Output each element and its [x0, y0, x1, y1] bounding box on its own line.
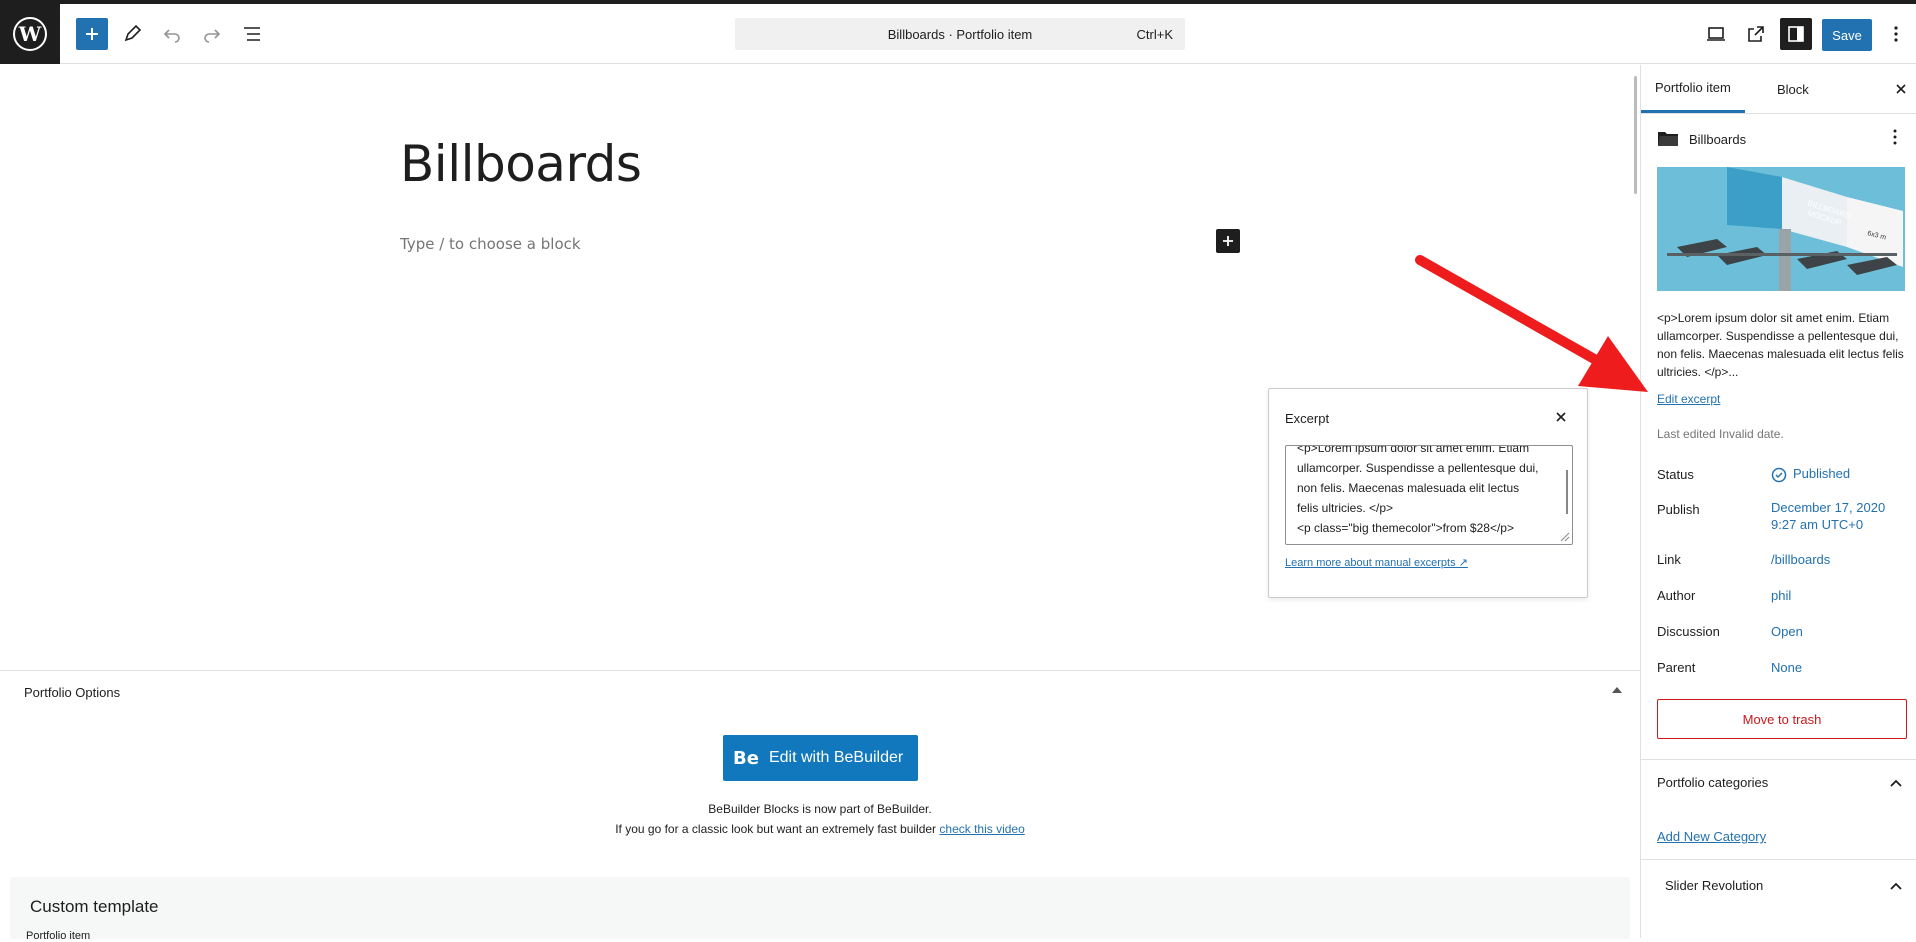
excerpt-line: felis ultricies. </p>: [1297, 501, 1394, 515]
portfolio-options-metabox: Portfolio Options Be Edit with BeBuilder…: [0, 670, 1640, 939]
publish-label: Publish: [1657, 502, 1700, 517]
status-text: Published: [1793, 466, 1851, 481]
tab-portfolio-item[interactable]: Portfolio item: [1641, 65, 1745, 113]
status-label: Status: [1657, 467, 1694, 482]
move-to-trash-button[interactable]: Move to trash: [1657, 699, 1907, 739]
svg-text:W: W: [18, 22, 42, 46]
resize-handle-icon[interactable]: [1558, 530, 1570, 542]
discussion-value[interactable]: Open: [1771, 623, 1803, 640]
edit-with-bebuilder-button[interactable]: Be Edit with BeBuilder: [723, 735, 918, 781]
excerpt-line: <p class="big themecolor">from $28</p>: [1297, 521, 1514, 535]
post-actions-menu-icon[interactable]: [1885, 127, 1905, 147]
tab-block[interactable]: Block: [1767, 65, 1819, 113]
folder-icon: [1658, 132, 1678, 146]
bebuilder-note-2: If you go for a classic look but want an…: [0, 822, 1640, 836]
custom-template-title: Custom template: [30, 897, 159, 916]
featured-image[interactable]: BILLBOARD MOCKUP 6x3 m: [1657, 167, 1905, 291]
discussion-label: Discussion: [1657, 624, 1720, 639]
portfolio-categories-title[interactable]: Portfolio categories: [1657, 775, 1768, 790]
editor-scrollbar[interactable]: [1634, 76, 1637, 194]
excerpt-line: <p>Lorem ipsum dolor sit amet enim. Etia…: [1297, 445, 1530, 455]
learn-more-excerpts-link[interactable]: Learn more about manual excerpts ↗: [1285, 556, 1468, 569]
chevron-up-icon[interactable]: [1889, 881, 1903, 891]
shortcut-hint: Ctrl+K: [1136, 27, 1173, 42]
post-card-title: Billboards: [1689, 132, 1747, 147]
link-value[interactable]: /billboards: [1771, 551, 1830, 568]
editor-toolbar: W Billboards · Portfolio item Ctrl+K Sav…: [0, 4, 1916, 64]
textarea-scrollbar[interactable]: [1566, 470, 1568, 514]
excerpt-popover-title: Excerpt: [1285, 411, 1330, 426]
divider: [1641, 759, 1916, 760]
truncated-label: Portfolio item: [26, 930, 91, 942]
edit-excerpt-link[interactable]: Edit excerpt: [1657, 392, 1720, 406]
chevron-up-icon[interactable]: [1889, 778, 1903, 788]
document-overview-icon[interactable]: [236, 18, 268, 50]
excerpt-line: non felis. Maecenas malesuada elit lectu…: [1297, 481, 1520, 495]
note-text: If you go for a classic look but want an…: [615, 822, 937, 836]
divider: [1641, 859, 1916, 860]
bebuilder-logo-icon: Be: [733, 747, 759, 769]
excerpt-line: ullamcorper. Suspendisse a pellentesque …: [1297, 461, 1539, 475]
redo-icon[interactable]: [196, 18, 228, 50]
divider: [1641, 113, 1916, 114]
block-placeholder[interactable]: Type / to choose a block: [400, 235, 581, 253]
sidebar-excerpt-preview: <p>Lorem ipsum dolor sit amet enim. Etia…: [1657, 311, 1904, 379]
settings-sidebar: Portfolio item Block Billboards BILLBOAR…: [1640, 65, 1916, 938]
published-check-icon: [1771, 467, 1787, 482]
slider-revolution-title[interactable]: Slider Revolution: [1665, 878, 1763, 893]
metabox-title[interactable]: Portfolio Options: [24, 685, 120, 700]
bebuilder-label: Edit with BeBuilder: [768, 749, 904, 766]
document-title: Billboards · Portfolio item: [887, 26, 1033, 42]
command-palette[interactable]: Billboards · Portfolio item Ctrl+K: [735, 18, 1185, 50]
undo-icon[interactable]: [156, 18, 188, 50]
view-post-external-icon[interactable]: [1740, 18, 1772, 50]
options-menu-icon[interactable]: [1880, 18, 1912, 50]
collapse-arrow-icon[interactable]: [1612, 687, 1622, 693]
save-button[interactable]: Save: [1822, 19, 1872, 51]
parent-label: Parent: [1657, 660, 1696, 675]
add-block-button[interactable]: [76, 18, 108, 50]
preview-icon[interactable]: [1700, 18, 1732, 50]
close-icon[interactable]: [1551, 407, 1571, 427]
excerpt-popover: Excerpt <p>Lorem ipsum dolor sit amet en…: [1268, 388, 1588, 598]
status-value[interactable]: Published: [1771, 465, 1850, 483]
excerpt-textarea[interactable]: <p>Lorem ipsum dolor sit amet enim. Etia…: [1285, 445, 1573, 545]
pencil-icon[interactable]: [116, 18, 148, 50]
post-title[interactable]: Billboards: [400, 135, 642, 193]
last-edited-text: Last edited Invalid date.: [1657, 427, 1784, 441]
settings-sidebar-toggle[interactable]: [1780, 18, 1812, 50]
wordpress-logo-icon[interactable]: W: [0, 4, 60, 64]
author-label: Author: [1657, 588, 1696, 603]
parent-value[interactable]: None: [1771, 659, 1802, 676]
bebuilder-note: BeBuilder Blocks is now part of BeBuilde…: [708, 802, 932, 816]
close-sidebar-icon[interactable]: [1893, 81, 1909, 97]
link-label: Link: [1657, 552, 1681, 567]
author-value[interactable]: phil: [1771, 587, 1791, 604]
check-video-link[interactable]: check this video: [939, 822, 1024, 836]
add-new-category-link[interactable]: Add New Category: [1657, 829, 1766, 844]
inline-block-inserter-button[interactable]: [1216, 229, 1240, 253]
publish-date-value[interactable]: December 17, 2020 9:27 am UTC+0: [1771, 499, 1901, 533]
custom-template-section: Custom template: [10, 877, 1630, 939]
